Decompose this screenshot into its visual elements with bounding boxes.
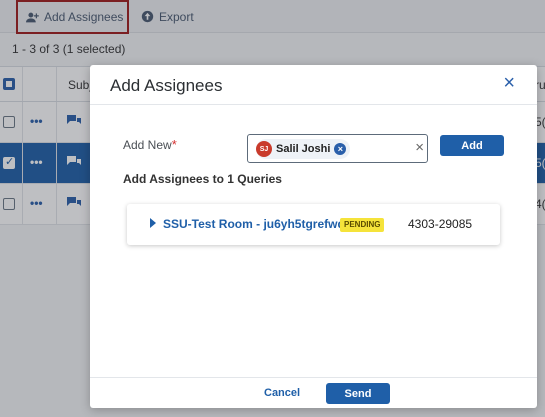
assignee-name: Salil Joshi	[276, 143, 331, 155]
dialog-header: Add Assignees ×	[90, 65, 537, 105]
add-new-label: Add New*	[123, 137, 177, 152]
required-mark: *	[171, 137, 177, 152]
section-title: Add Assignees to 1 Queries	[123, 172, 282, 186]
avatar: SJ	[256, 141, 272, 157]
clear-icon[interactable]: ×	[415, 139, 424, 157]
dialog-title: Add Assignees	[110, 76, 223, 95]
send-button[interactable]: Send	[326, 383, 390, 404]
expand-caret-icon[interactable]	[150, 218, 156, 228]
add-assignees-dialog: Add Assignees × Add New* SJ Salil Joshi …	[90, 65, 537, 408]
query-name[interactable]: SSU-Test Room - ju6yh5tgrefwd	[163, 217, 345, 231]
dialog-footer: Cancel Send	[90, 377, 537, 408]
query-item[interactable]: SSU-Test Room - ju6yh5tgrefwd PENDING 43…	[127, 204, 500, 245]
close-icon[interactable]: ×	[503, 73, 515, 93]
cancel-button[interactable]: Cancel	[264, 387, 300, 399]
query-id: 4303-29085	[408, 217, 473, 231]
assignee-chip: SJ Salil Joshi ×	[256, 139, 351, 159]
remove-chip-icon[interactable]: ×	[334, 143, 347, 155]
add-button[interactable]: Add	[440, 135, 504, 156]
status-badge: PENDING	[340, 218, 385, 232]
assignee-input[interactable]: SJ Salil Joshi × ×	[247, 134, 428, 163]
